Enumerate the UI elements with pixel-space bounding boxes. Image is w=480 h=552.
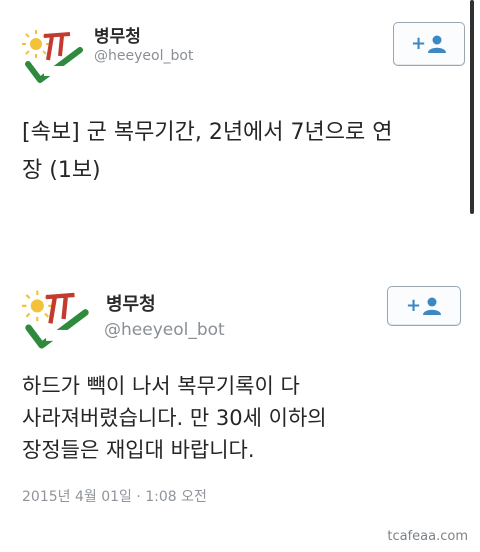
account-name[interactable]: 병무청 xyxy=(106,290,156,316)
follow-button[interactable]: + xyxy=(387,286,461,326)
tweet-text: 하드가 빽이 나서 복무기록이 다 사라져버렸습니다. 만 30세 이하의 장정… xyxy=(22,374,327,462)
tweet-timestamp[interactable]: 2015년 4월 01일 · 1:08 오전 xyxy=(22,486,207,506)
tweet-text: [속보] 군 복무기간, 2년에서 7년으로 연 장 (1보) xyxy=(22,120,393,183)
plus-icon: + xyxy=(405,295,422,316)
screenshot-page: 병무청 @heeyeol_bot + [속보] 군 복무기간, 2년에서 7년으… xyxy=(0,0,480,552)
avatar[interactable] xyxy=(22,284,92,354)
account-name[interactable]: 병무청 xyxy=(94,22,141,47)
plus-icon: + xyxy=(410,33,427,54)
account-handle[interactable]: @heeyeol_bot xyxy=(94,48,193,64)
tweet-card: 병무청 @heeyeol_bot + [속보] 군 복무기간, 2년에서 7년으… xyxy=(0,0,480,226)
account-handle[interactable]: @heeyeol_bot xyxy=(104,320,225,340)
military-manpower-logo-icon xyxy=(22,284,92,354)
military-manpower-logo-icon xyxy=(22,24,86,88)
watermark: tcafeaa.com xyxy=(387,529,468,544)
avatar[interactable] xyxy=(22,24,86,88)
tweet-card: 병무청 @heeyeol_bot + 하드가 빽이 나서 복무기록이 다 사라져… xyxy=(0,262,480,552)
add-user-icon xyxy=(423,297,442,315)
add-user-icon xyxy=(428,35,447,53)
follow-button[interactable]: + xyxy=(393,22,465,66)
